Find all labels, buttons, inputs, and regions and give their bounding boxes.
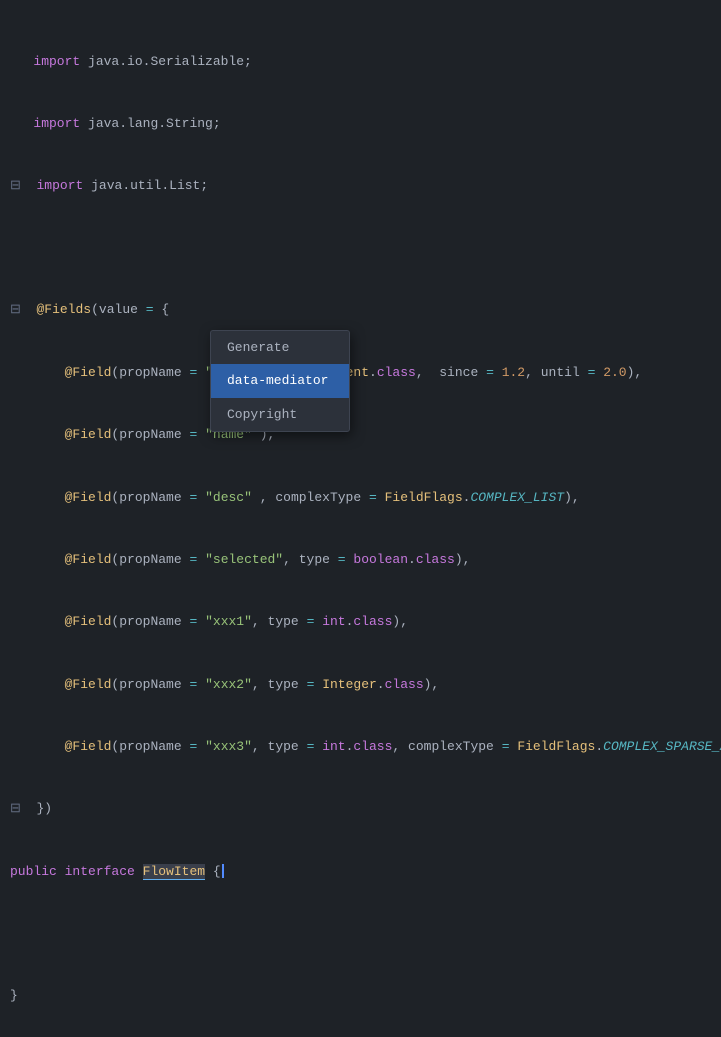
menu-item-copyright[interactable]: Copyright	[211, 398, 349, 431]
code-line-3: ⊟ import java.util.List;	[0, 176, 721, 197]
code-line-11: @Field(propName = "xxx2", type = Integer…	[0, 675, 721, 696]
code-line-9: @Field(propName = "selected", type = boo…	[0, 550, 721, 571]
code-line-16: }	[0, 986, 721, 1007]
code-line-4	[0, 239, 721, 259]
code-line-12: @Field(propName = "xxx3", type = int.cla…	[0, 737, 721, 758]
code-line-10: @Field(propName = "xxx1", type = int.cla…	[0, 612, 721, 633]
menu-item-generate[interactable]: Generate	[211, 331, 349, 364]
code-line-2: import java.lang.String;	[0, 114, 721, 135]
code-line-15	[0, 924, 721, 944]
code-line-1: import java.io.Serializable;	[0, 52, 721, 73]
code-line-13: ⊟ })	[0, 799, 721, 820]
menu-item-data-mediator[interactable]: data-mediator	[211, 364, 349, 397]
code-line-6: @Field(propName = "id", type = Student.c…	[0, 363, 721, 384]
code-editor[interactable]: import java.io.Serializable; import java…	[0, 0, 721, 1037]
code-line-5: ⊟ @Fields(value = {	[0, 300, 721, 321]
code-line-7: @Field(propName = "name" ),	[0, 425, 721, 446]
code-line-14: public interface FlowItem {	[0, 862, 721, 883]
context-menu[interactable]: Generate data-mediator Copyright	[210, 330, 350, 432]
code-line-8: @Field(propName = "desc" , complexType =…	[0, 488, 721, 509]
